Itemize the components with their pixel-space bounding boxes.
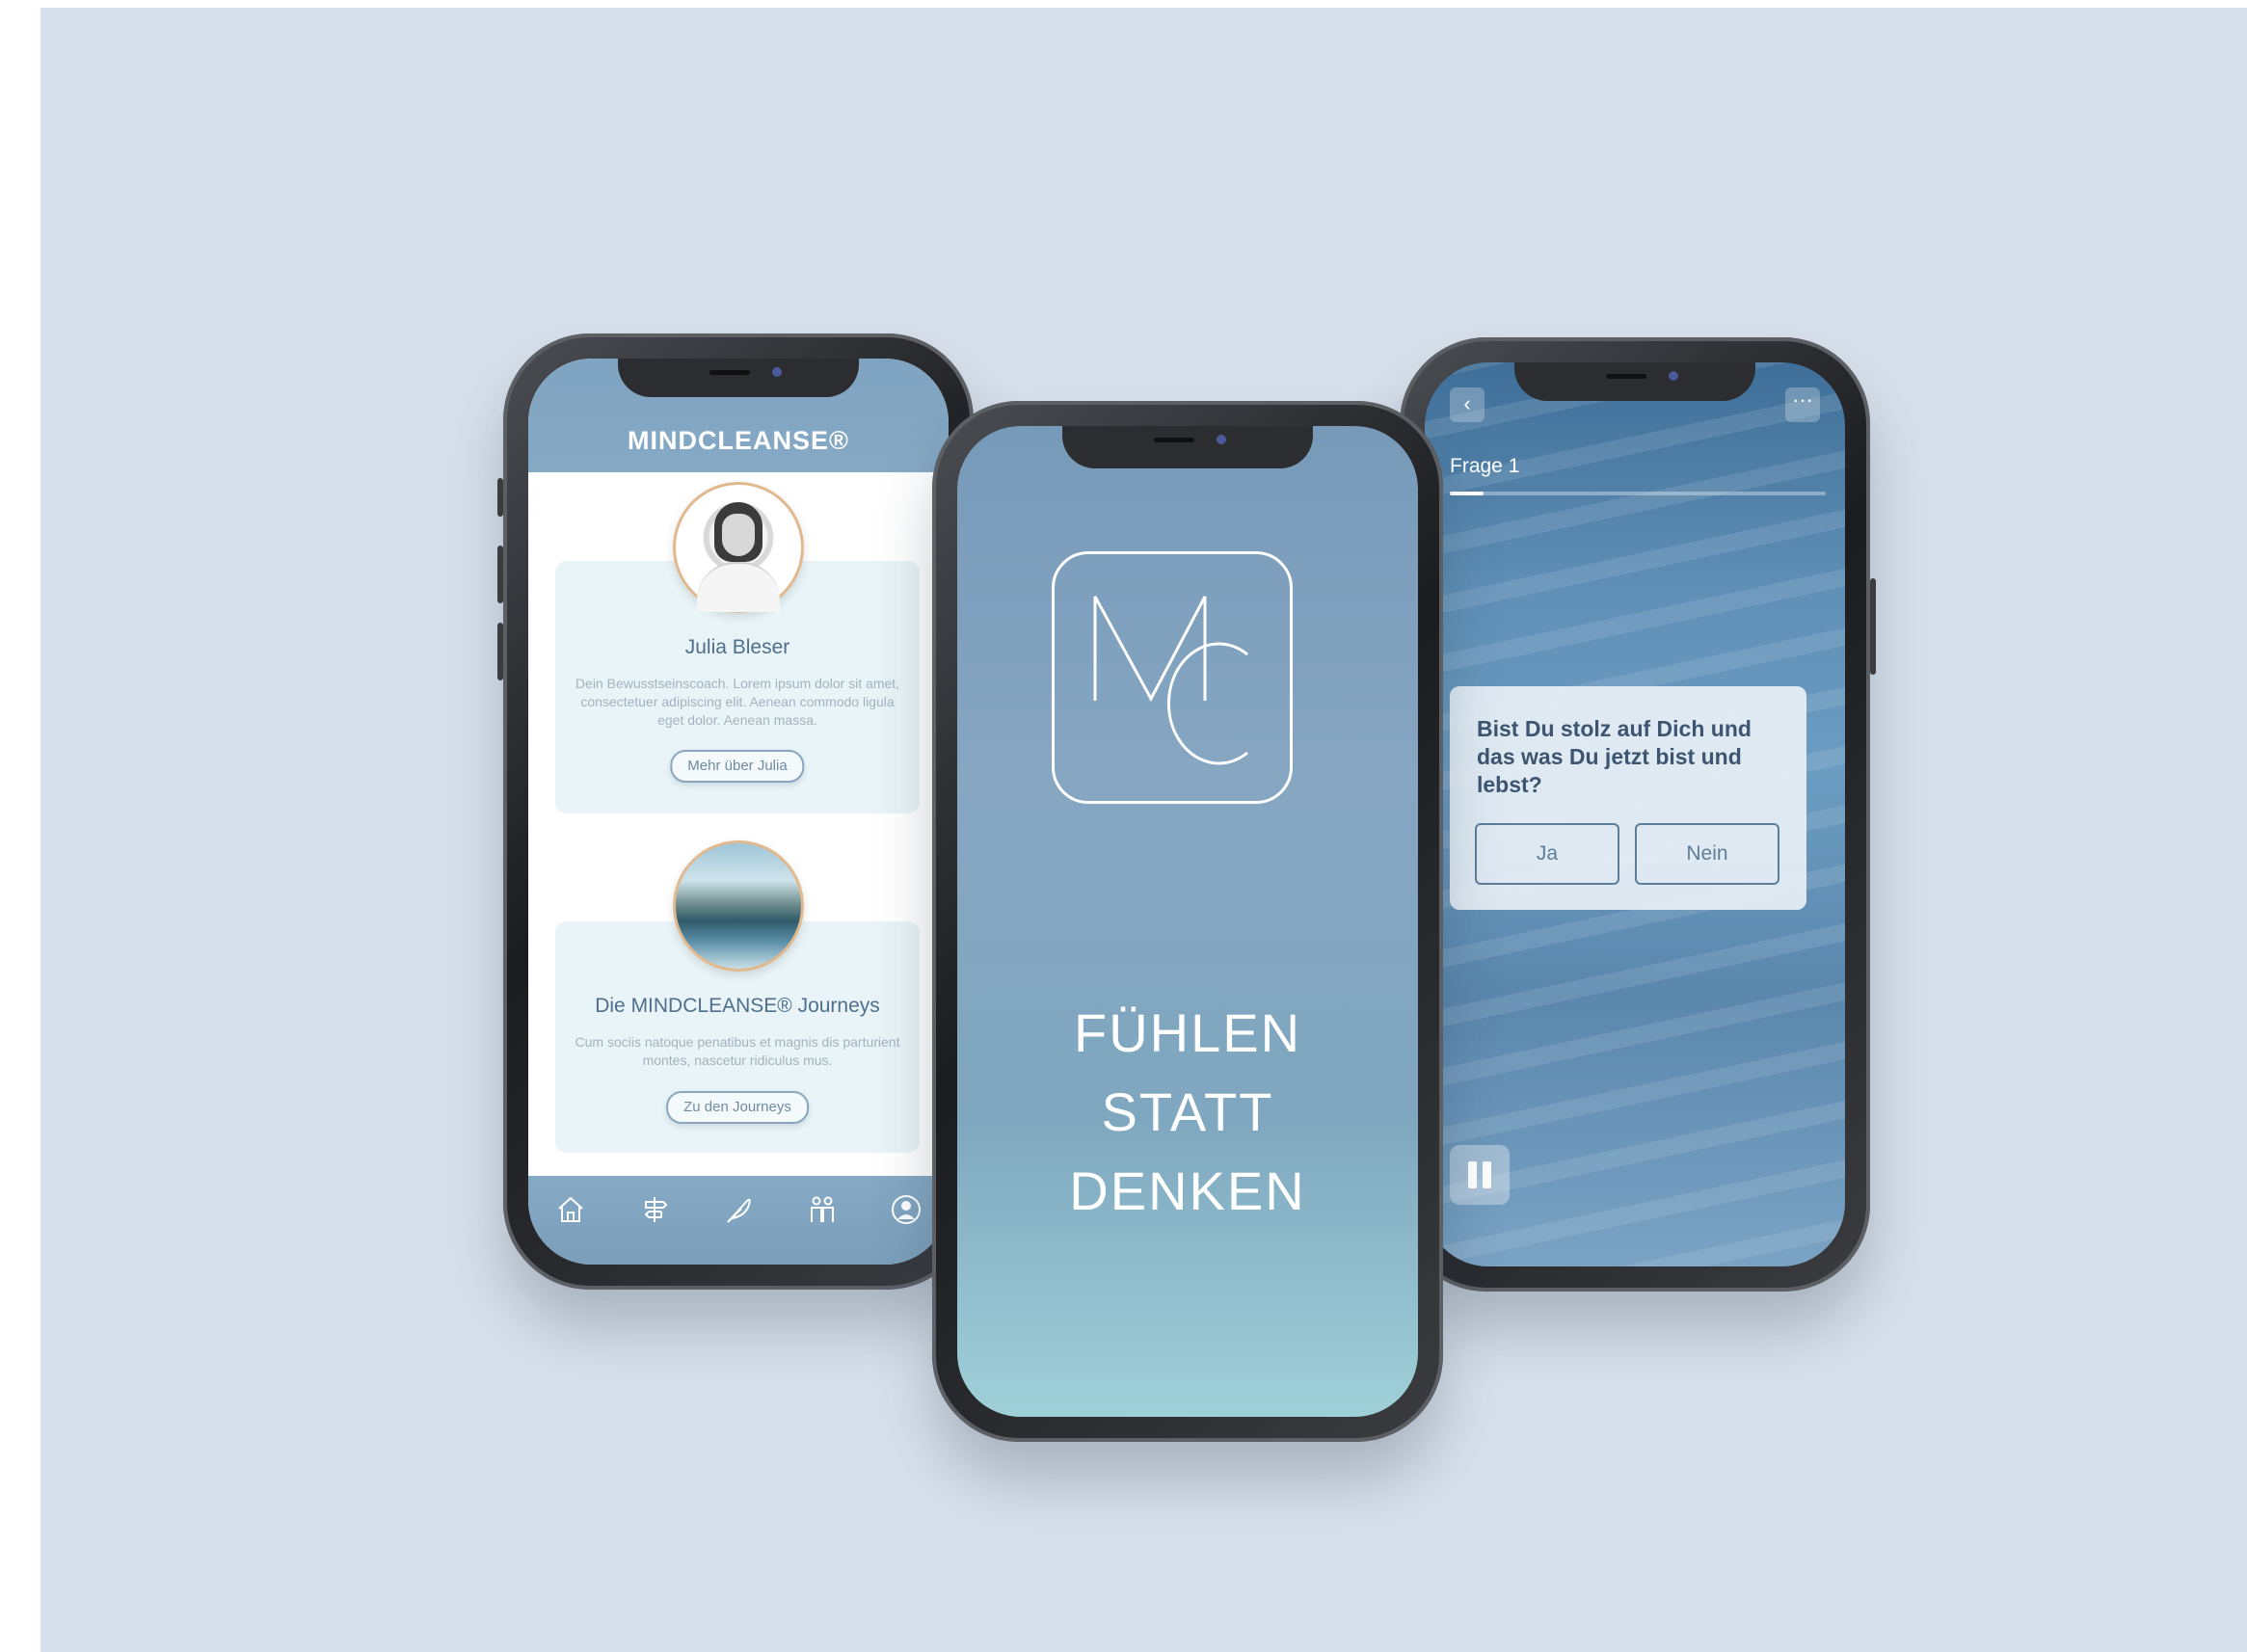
volume-down-button: [497, 623, 503, 680]
progress-bar: [1450, 492, 1826, 495]
phone-question-screen: ‹ ··· Frage 1 Bist Du stolz auf Dich und…: [1400, 337, 1876, 1292]
yes-button[interactable]: Ja: [1475, 823, 1619, 885]
to-journeys-button[interactable]: Zu den Journeys: [666, 1091, 809, 1124]
home-icon[interactable]: [554, 1193, 587, 1226]
feather-icon[interactable]: [722, 1193, 755, 1226]
tab-bar: [528, 1176, 949, 1265]
coach-name: Julia Bleser: [684, 636, 790, 658]
claim-line-3: DENKEN: [1069, 1160, 1306, 1221]
phone-home-screen: MINDCLEANSE® Julia Bleser Dein Bewusstse…: [497, 333, 974, 1290]
question-text: Bist Du stolz auf Dich und das was Du je…: [1477, 716, 1752, 797]
notch: [1062, 426, 1313, 468]
profile-icon[interactable]: [890, 1193, 923, 1226]
splash-screen: FÜHLEN STATT DENKEN: [957, 426, 1418, 1417]
mockup-stage: MINDCLEANSE® Julia Bleser Dein Bewusstse…: [40, 8, 2247, 1652]
people-icon[interactable]: [806, 1193, 839, 1226]
question-screen: ‹ ··· Frage 1 Bist Du stolz auf Dich und…: [1425, 362, 1845, 1266]
volume-up-button: [497, 546, 503, 603]
coach-avatar: [673, 482, 804, 613]
coach-description: Dein Bewusstseinscoach. Lorem ipsum dolo…: [575, 676, 900, 728]
question-card: Bist Du stolz auf Dich und das was Du je…: [1450, 686, 1806, 910]
power-button: [1870, 578, 1876, 675]
mute-switch: [497, 478, 503, 517]
journeys-image: [673, 840, 804, 972]
question-counter: Frage 1: [1450, 455, 1520, 477]
claim-line-2: STATT: [1101, 1081, 1274, 1142]
phone-splash-screen: FÜHLEN STATT DENKEN: [932, 401, 1443, 1442]
claim-line-1: FÜHLEN: [1073, 1002, 1302, 1063]
home-screen: MINDCLEANSE® Julia Bleser Dein Bewusstse…: [528, 359, 949, 1265]
brand-logo: MINDCLEANSE®: [628, 426, 849, 455]
journeys-title: Die MINDCLEANSE® Journeys: [595, 995, 880, 1017]
progress-fill: [1450, 492, 1485, 495]
notch: [1514, 362, 1755, 401]
no-button[interactable]: Nein: [1635, 823, 1779, 885]
more-icon[interactable]: ···: [1785, 387, 1820, 422]
mc-logo: [1052, 551, 1293, 804]
more-about-julia-button[interactable]: Mehr über Julia: [670, 750, 805, 783]
signpost-icon[interactable]: [638, 1193, 671, 1226]
pause-icon[interactable]: [1450, 1145, 1510, 1205]
notch: [618, 359, 859, 397]
journeys-description: Cum sociis natoque penatibus et magnis d…: [575, 1034, 900, 1068]
back-icon[interactable]: ‹: [1450, 387, 1485, 422]
mc-monogram-icon: [1093, 596, 1248, 765]
